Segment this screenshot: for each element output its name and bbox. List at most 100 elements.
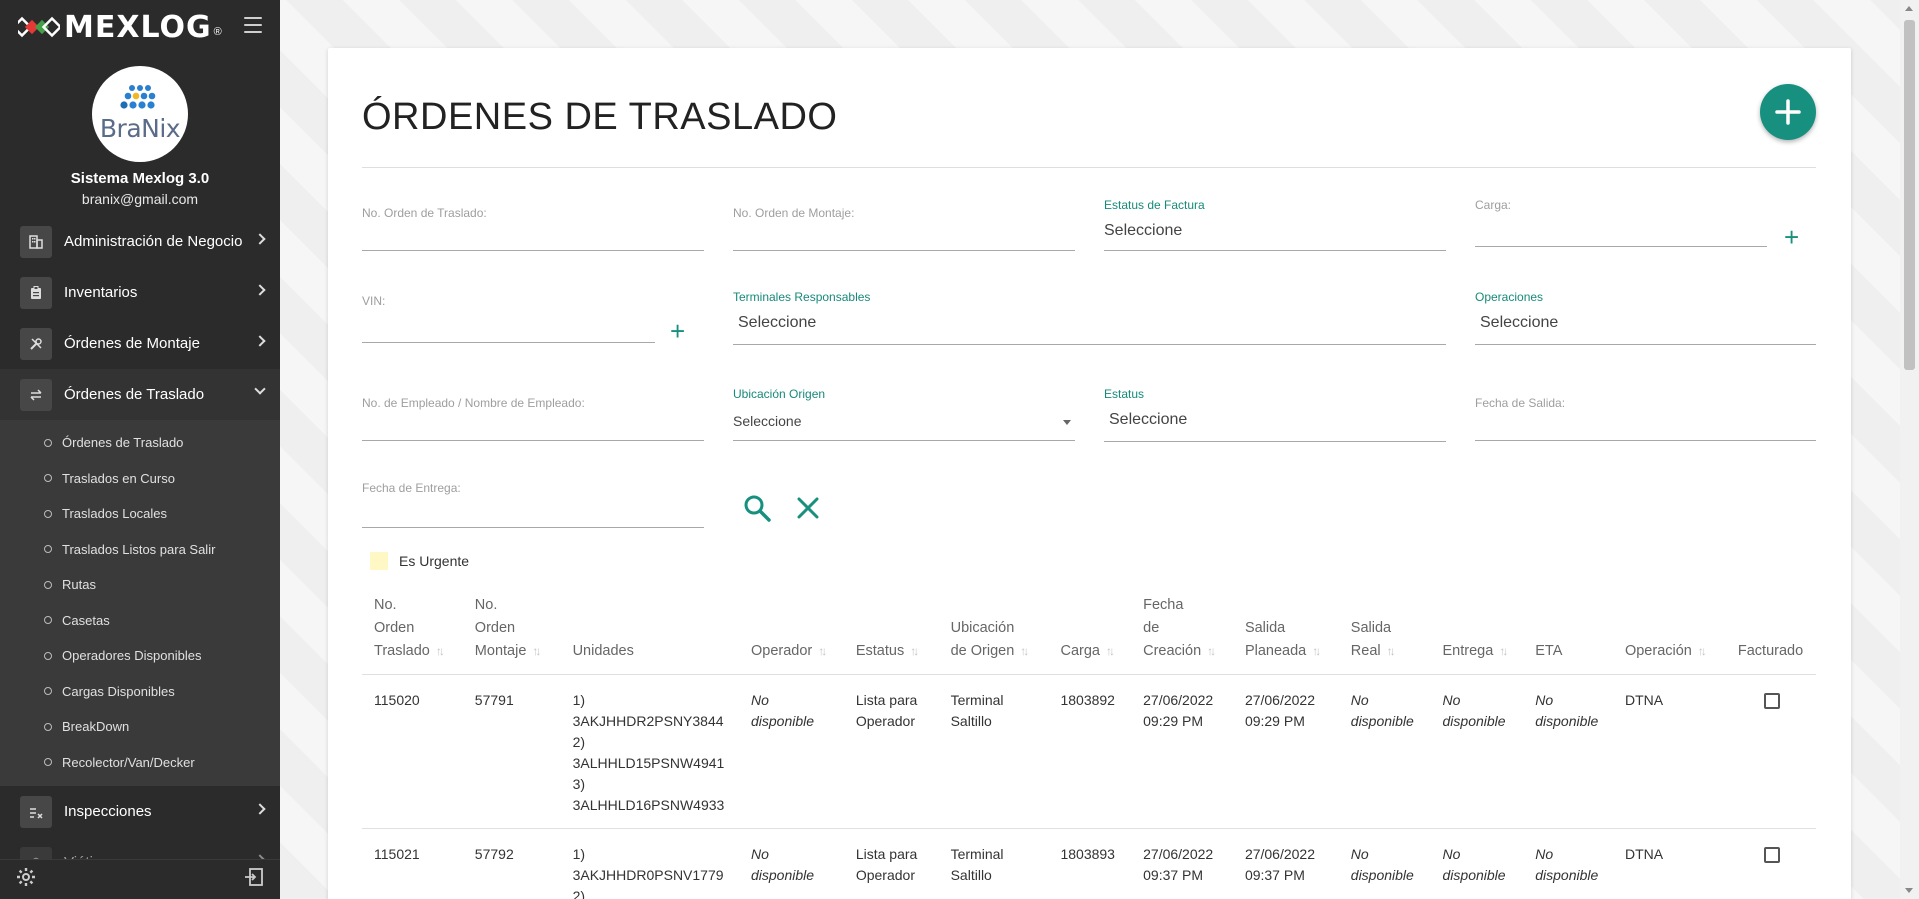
cell-text: 27/06/2022 — [1244, 846, 1316, 862]
add-order-button[interactable] — [1760, 84, 1816, 140]
scroll-down-arrow-icon[interactable] — [1905, 888, 1913, 893]
column-header[interactable]: Salida Real ↑↓ — [1338, 588, 1431, 675]
sort-arrows-icon[interactable]: ↑↓ — [910, 644, 919, 658]
vin-label: VIN: — [362, 294, 386, 308]
cell-text: 27/06/2022 — [1244, 692, 1316, 708]
column-header[interactable]: Fecha de Creación ↑↓ — [1131, 588, 1233, 675]
logo-text: MEXLOG — [64, 9, 212, 45]
cell-fecha-creacion: 27/06/2022 09:37 PM — [1131, 828, 1233, 899]
estatus-select[interactable]: Estatus Seleccione — [1104, 387, 1446, 443]
orden-traslado-field[interactable]: No. Orden de Traslado: — [362, 206, 704, 252]
column-header[interactable]: Carga ↑↓ — [1048, 588, 1132, 675]
sort-arrows-icon[interactable]: ↑↓ — [1106, 644, 1115, 658]
submenu-item-traslados-curso[interactable]: Traslados en Curso — [0, 461, 280, 497]
column-header[interactable]: Operador ↑↓ — [739, 588, 844, 675]
empleado-field[interactable]: No. de Empleado / Nombre de Empleado: — [362, 396, 704, 442]
sidebar-item-inspecciones[interactable]: Inspecciones — [0, 786, 280, 837]
scrollbar[interactable] — [1900, 0, 1919, 899]
column-header[interactable]: Estatus ↑↓ — [843, 588, 939, 675]
facturado-checkbox[interactable] — [1763, 693, 1780, 709]
terminales-select[interactable]: Terminales Responsables Seleccione — [733, 290, 1446, 346]
sidebar-item-ordenes-traslado[interactable]: Órdenes de Traslado — [0, 369, 280, 420]
cell-text: No — [1442, 692, 1461, 708]
column-header-text: Creación — [1143, 643, 1202, 659]
column-header[interactable]: No. Orden Montaje ↑↓ — [462, 588, 561, 675]
hamburger-menu-icon[interactable] — [244, 17, 262, 33]
cell-orden-traslado: 115021 — [362, 828, 463, 899]
column-header[interactable]: Entrega ↑↓ — [1430, 588, 1524, 675]
fecha-entrega-field[interactable]: Fecha de Entrega: — [362, 481, 704, 529]
gear-icon[interactable] — [16, 867, 36, 893]
cell-text: disponible — [751, 867, 815, 883]
column-header[interactable]: Ubicación de Origen ↑↓ — [938, 588, 1049, 675]
cell-unidades: 1) 3AKJHHDR2PSNY3844 2) 3ALHHLD15PSNW4941 3)… — [560, 674, 739, 829]
logout-icon[interactable] — [244, 867, 264, 893]
column-header-text: Ubicación — [950, 620, 1015, 636]
submenu-item-casetas[interactable]: Casetas — [0, 603, 280, 639]
submenu-item-operadores[interactable]: Operadores Disponibles — [0, 638, 280, 674]
cell-orden-traslado: 115020 — [362, 674, 463, 829]
carga-field[interactable]: Carga: — [1475, 198, 1767, 248]
cell-operador: No disponible — [739, 828, 844, 899]
column-header-text: Salida — [1350, 620, 1392, 636]
table-row[interactable]: 115020 57791 1) 3AKJHHDR2PSNY3844 2) 3ALHHLD1… — [362, 674, 1816, 829]
scroll-up-arrow-icon[interactable] — [1905, 6, 1913, 11]
sort-arrows-icon[interactable]: ↑↓ — [436, 644, 445, 658]
sidebar-submenu: Órdenes de Traslado Traslados en Curso T… — [0, 420, 280, 786]
facturado-checkbox[interactable] — [1763, 847, 1780, 863]
submenu-item-breakdown[interactable]: BreakDown — [0, 709, 280, 745]
sort-arrows-icon[interactable]: ↑↓ — [1499, 644, 1508, 658]
sidebar-item-ordenes-montaje[interactable]: Órdenes de Montaje — [0, 318, 280, 369]
field-underline — [1475, 440, 1816, 441]
sort-arrows-icon[interactable]: ↑↓ — [1698, 644, 1707, 658]
estatus-value: Seleccione — [1109, 411, 1188, 428]
chevron-right-icon — [254, 803, 266, 815]
avatar[interactable]: BraNix — [92, 66, 188, 162]
sort-arrows-icon[interactable]: ↑↓ — [1387, 644, 1396, 658]
avatar-brand-text: BraNix — [99, 114, 181, 143]
field-underline — [362, 440, 704, 441]
cell-eta: No disponible — [1523, 674, 1613, 829]
submenu-item-traslados-locales[interactable]: Traslados Locales — [0, 496, 280, 532]
table-row[interactable]: 115021 57792 1) 3AKJHHDR0PSNV1779 2) No dispon… — [362, 828, 1816, 899]
orden-montaje-field[interactable]: No. Orden de Montaje: — [733, 206, 1075, 252]
column-header[interactable]: Salida Planeada ↑↓ — [1232, 588, 1339, 675]
add-vin-button[interactable]: + — [670, 318, 685, 344]
scroll-thumb[interactable] — [1904, 20, 1915, 370]
cell-eta: No disponible — [1523, 828, 1613, 899]
sort-arrows-icon[interactable]: ↑↓ — [818, 644, 827, 658]
close-icon — [797, 497, 819, 519]
add-carga-button[interactable]: + — [1784, 224, 1799, 250]
submenu-item-rutas[interactable]: Rutas — [0, 567, 280, 603]
sidebar-item-inventarios[interactable]: Inventarios — [0, 267, 280, 318]
column-header[interactable]: No. Orden Traslado ↑↓ — [362, 588, 463, 675]
sort-arrows-icon[interactable]: ↑↓ — [1020, 644, 1029, 658]
sidebar-item-administracion[interactable]: Administración de Negocio — [0, 216, 280, 267]
search-button[interactable] — [742, 493, 772, 528]
estatus-factura-select[interactable]: Estatus de Factura Seleccione — [1104, 198, 1446, 252]
cell-text: Operador — [855, 867, 915, 883]
submenu-item-cargas[interactable]: Cargas Disponibles — [0, 674, 280, 710]
cell-text: 3ALHHLD15PSNW4941 — [572, 755, 725, 771]
operaciones-value: Seleccione — [1480, 314, 1559, 331]
logo-registered-mark: ® — [213, 26, 222, 38]
sort-arrows-icon[interactable]: ↑↓ — [1312, 644, 1321, 658]
vin-field[interactable]: VIN: — [362, 294, 655, 344]
operaciones-select[interactable]: Operaciones Seleccione — [1475, 290, 1816, 346]
column-header-text: Traslado — [374, 643, 430, 659]
submenu-item-recolector[interactable]: Recolector/Van/Decker — [0, 745, 280, 781]
ubicacion-origen-select[interactable]: Ubicación Origen Seleccione — [733, 387, 1075, 442]
sort-arrows-icon[interactable]: ↑↓ — [1207, 644, 1216, 658]
clear-filters-button[interactable] — [796, 496, 820, 525]
cell-text: 2) — [572, 734, 586, 750]
cell-text: 09:29 PM — [1244, 713, 1305, 729]
sort-arrows-icon[interactable]: ↑↓ — [532, 644, 541, 658]
submenu-item-ordenes-traslado[interactable]: Órdenes de Traslado — [0, 425, 280, 461]
fecha-salida-field[interactable]: Fecha de Salida: — [1475, 396, 1816, 442]
cell-facturado — [1725, 828, 1816, 899]
circle-bullet-icon — [44, 722, 52, 731]
submenu-label: Órdenes de Traslado — [62, 435, 184, 451]
submenu-item-traslados-listos[interactable]: Traslados Listos para Salir — [0, 532, 280, 568]
column-header[interactable]: Operación ↑↓ — [1612, 588, 1726, 675]
column-header-text: Orden — [374, 620, 415, 636]
